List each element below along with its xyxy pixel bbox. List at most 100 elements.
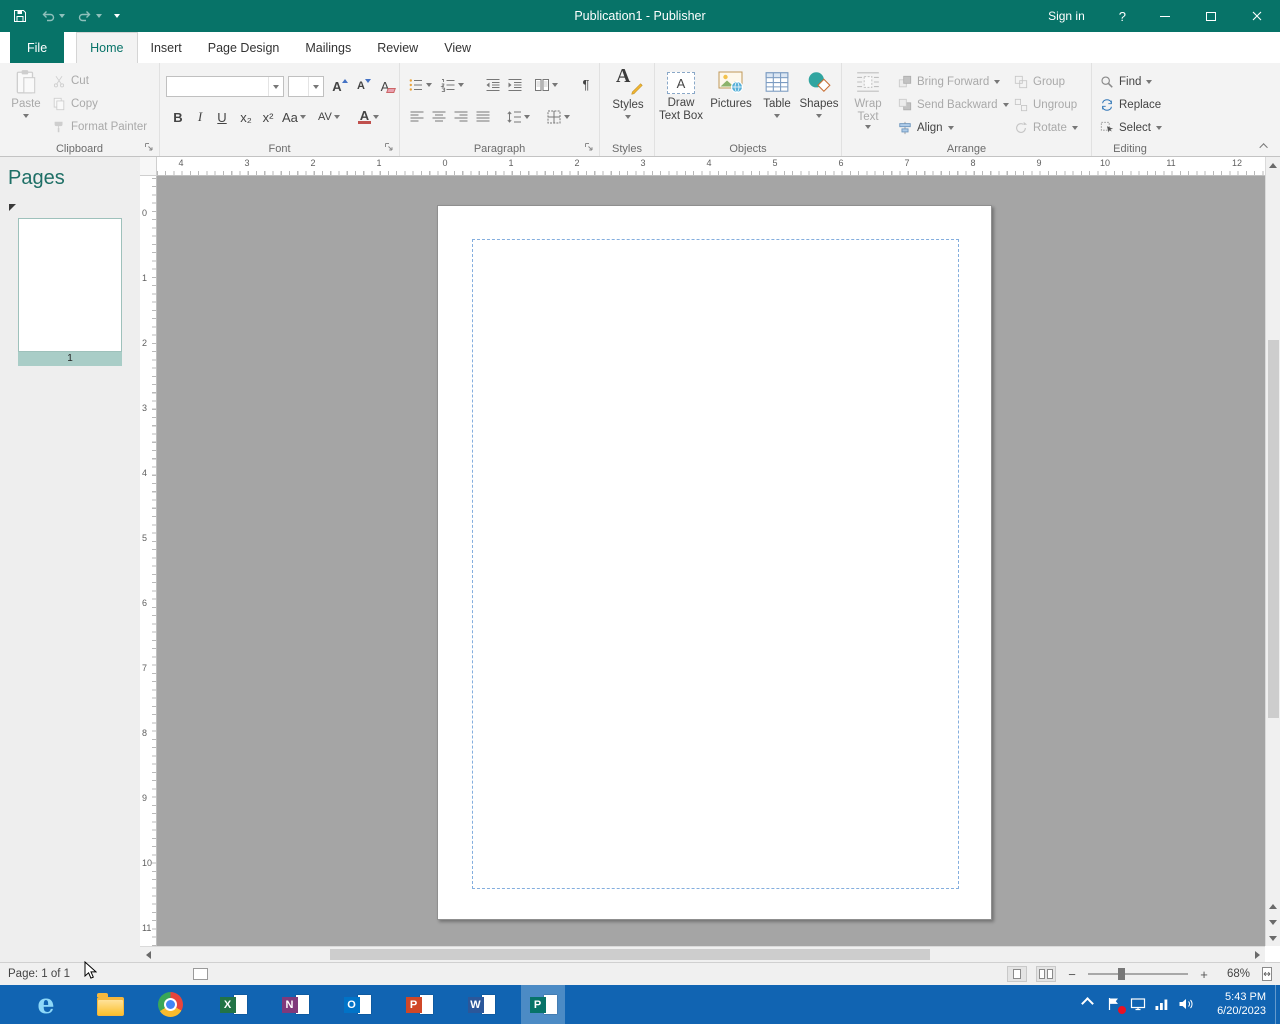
clear-formatting-button[interactable]: A bbox=[376, 76, 402, 96]
tab-home[interactable]: Home bbox=[76, 32, 137, 63]
shapes-button[interactable]: Shapes bbox=[799, 69, 839, 118]
scroll-up-button[interactable] bbox=[1266, 157, 1280, 173]
tab-file[interactable]: File bbox=[10, 32, 64, 63]
object-size-status-icon[interactable] bbox=[193, 968, 208, 980]
wrap-text-button[interactable]: Wrap Text bbox=[846, 69, 890, 129]
replace-button[interactable]: Replace bbox=[1100, 98, 1161, 112]
horizontal-scrollbar[interactable] bbox=[140, 946, 1265, 962]
minimize-button[interactable] bbox=[1142, 0, 1188, 32]
styles-button[interactable]: A Styles bbox=[606, 70, 650, 119]
align-center-button[interactable] bbox=[430, 108, 448, 126]
bring-forward-button[interactable]: Bring Forward bbox=[898, 75, 1000, 89]
horizontal-scroll-thumb[interactable] bbox=[330, 949, 930, 960]
justify-button[interactable] bbox=[474, 108, 492, 126]
bold-button[interactable]: B bbox=[168, 107, 188, 127]
font-size-combobox[interactable] bbox=[288, 76, 324, 97]
decrease-indent-button[interactable] bbox=[484, 76, 502, 94]
underline-button[interactable]: U bbox=[212, 107, 232, 127]
numbering-button[interactable] bbox=[440, 76, 464, 94]
font-size-dropdown[interactable] bbox=[308, 77, 323, 96]
scroll-down-button[interactable] bbox=[1266, 930, 1280, 946]
italic-button[interactable]: I bbox=[190, 107, 210, 127]
zoom-in-button[interactable]: + bbox=[1197, 967, 1211, 982]
collapse-ribbon-button[interactable] bbox=[1258, 141, 1272, 151]
zoom-slider-thumb[interactable] bbox=[1118, 968, 1125, 980]
group-button[interactable]: Group bbox=[1014, 75, 1065, 89]
horizontal-ruler[interactable]: 43210123456789101112 bbox=[157, 157, 1265, 176]
find-button[interactable]: Find bbox=[1100, 75, 1152, 89]
close-button[interactable] bbox=[1234, 0, 1280, 32]
paragraph-dialog-launcher[interactable] bbox=[584, 142, 594, 152]
shrink-font-button[interactable]: A bbox=[352, 76, 376, 96]
paste-button[interactable]: Paste bbox=[6, 69, 46, 118]
show-desktop-button[interactable] bbox=[1275, 985, 1280, 1024]
pictures-button[interactable]: Pictures bbox=[707, 69, 755, 111]
change-case-button[interactable]: Aa bbox=[282, 107, 306, 127]
page-thumbnail[interactable]: 1 bbox=[18, 218, 122, 366]
font-color-button[interactable]: A bbox=[358, 107, 379, 127]
taskbar-onenote[interactable]: N bbox=[273, 985, 317, 1024]
font-name-dropdown[interactable] bbox=[268, 77, 283, 96]
font-name-input[interactable] bbox=[167, 77, 268, 96]
tab-page-design[interactable]: Page Design bbox=[195, 32, 293, 63]
tab-mailings[interactable]: Mailings bbox=[292, 32, 364, 63]
tab-view[interactable]: View bbox=[431, 32, 484, 63]
scratch-area[interactable] bbox=[157, 176, 1265, 946]
font-size-input[interactable] bbox=[289, 77, 308, 96]
scroll-right-button[interactable] bbox=[1249, 947, 1265, 962]
tab-review[interactable]: Review bbox=[364, 32, 431, 63]
fit-page-button[interactable] bbox=[1259, 966, 1275, 982]
font-dialog-launcher[interactable] bbox=[384, 142, 394, 152]
zoom-percentage[interactable]: 68% bbox=[1220, 968, 1250, 980]
show-formatting-button[interactable]: ¶ bbox=[576, 74, 596, 94]
vertical-scrollbar[interactable] bbox=[1265, 157, 1280, 946]
two-page-spread-view-button[interactable] bbox=[1036, 966, 1056, 982]
tray-clock[interactable]: 5:43 PM 6/20/2023 bbox=[1217, 990, 1266, 1018]
network-icon[interactable] bbox=[1154, 996, 1170, 1012]
font-name-combobox[interactable] bbox=[166, 76, 284, 97]
taskbar-excel[interactable]: X bbox=[211, 985, 255, 1024]
increase-indent-button[interactable] bbox=[506, 76, 524, 94]
volume-icon[interactable] bbox=[1178, 996, 1194, 1012]
line-spacing-button[interactable] bbox=[506, 108, 530, 126]
taskbar-chrome[interactable] bbox=[148, 985, 192, 1024]
sign-in-button[interactable]: Sign in bbox=[1030, 0, 1103, 32]
cut-button[interactable]: Cut bbox=[52, 74, 89, 88]
page-thumbnail-preview[interactable] bbox=[18, 218, 122, 352]
align-objects-button[interactable]: Align bbox=[898, 121, 954, 135]
table-button[interactable]: Table bbox=[757, 69, 797, 118]
notification-flag-icon[interactable] bbox=[1106, 996, 1122, 1012]
display-icon[interactable] bbox=[1130, 996, 1146, 1012]
collapse-pages-panel-icon[interactable] bbox=[9, 204, 16, 211]
character-spacing-button[interactable]: AV bbox=[318, 107, 340, 127]
copy-button[interactable]: Copy bbox=[52, 97, 98, 111]
superscript-button[interactable]: x² bbox=[258, 107, 278, 127]
scroll-left-button[interactable] bbox=[140, 947, 156, 962]
align-right-button[interactable] bbox=[452, 108, 470, 126]
rotate-button[interactable]: Rotate bbox=[1014, 121, 1078, 135]
help-button[interactable]: ? bbox=[1103, 0, 1142, 32]
tab-insert[interactable]: Insert bbox=[138, 32, 195, 63]
align-left-button[interactable] bbox=[408, 108, 426, 126]
taskbar-outlook[interactable]: O bbox=[335, 985, 379, 1024]
clipboard-dialog-launcher[interactable] bbox=[144, 142, 154, 152]
draw-text-box-button[interactable]: A Draw Text Box bbox=[657, 69, 705, 123]
grow-font-button[interactable]: A bbox=[328, 76, 352, 96]
maximize-button[interactable] bbox=[1188, 0, 1234, 32]
zoom-slider[interactable] bbox=[1088, 973, 1188, 975]
columns-button[interactable] bbox=[534, 76, 558, 94]
single-page-view-button[interactable] bbox=[1007, 966, 1027, 982]
ungroup-button[interactable]: Ungroup bbox=[1014, 98, 1077, 112]
zoom-out-button[interactable]: − bbox=[1065, 967, 1079, 982]
page-indicator[interactable]: Page: 1 of 1 bbox=[8, 968, 70, 980]
vertical-ruler[interactable]: 01234567891011 bbox=[140, 176, 157, 946]
taskbar-file-explorer[interactable] bbox=[88, 985, 132, 1024]
taskbar-word[interactable]: W bbox=[459, 985, 503, 1024]
taskbar-powerpoint[interactable]: P bbox=[397, 985, 441, 1024]
taskbar-internet-explorer[interactable]: e bbox=[24, 985, 68, 1024]
taskbar-publisher[interactable]: P bbox=[521, 985, 565, 1024]
vertical-scroll-thumb[interactable] bbox=[1268, 340, 1279, 718]
select-button[interactable]: Select bbox=[1100, 121, 1162, 135]
subscript-button[interactable]: x₂ bbox=[236, 107, 256, 127]
bullets-button[interactable] bbox=[408, 76, 432, 94]
